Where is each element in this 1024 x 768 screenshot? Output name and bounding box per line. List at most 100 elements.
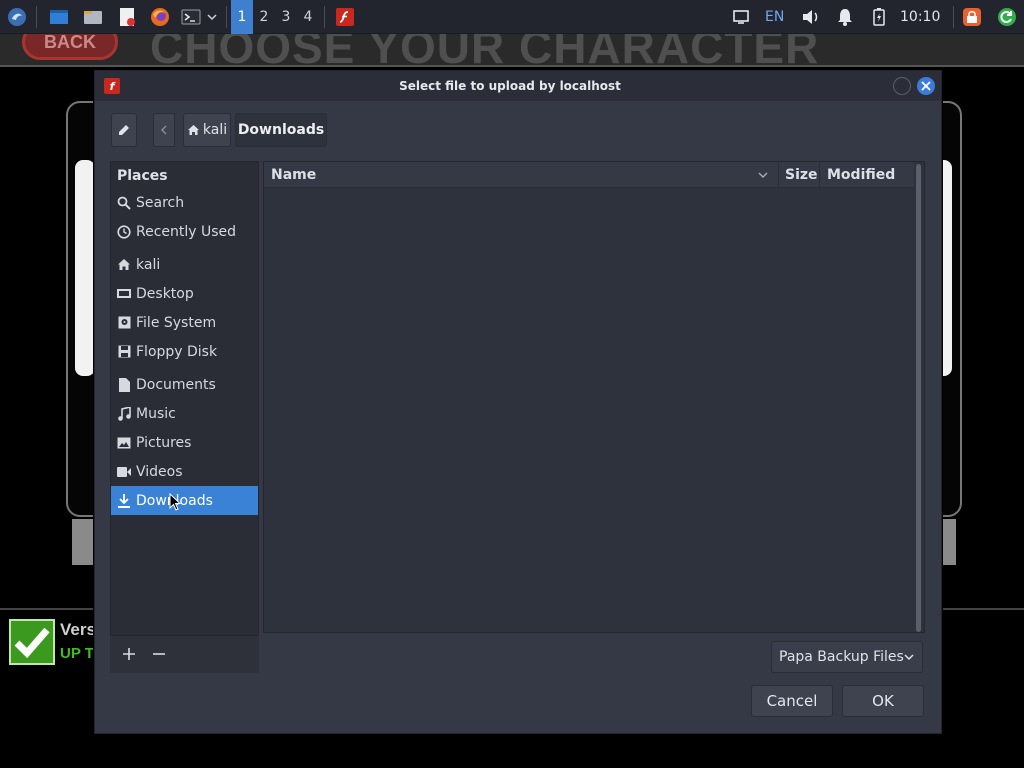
game-banner: BACK CHOOSE YOUR CHARACTER <box>0 34 1024 67</box>
pencil-icon <box>119 125 129 135</box>
file-list[interactable]: Name Size Modified <box>263 161 925 633</box>
drive-icon <box>117 316 131 330</box>
chevron-down-icon[interactable] <box>204 7 220 27</box>
checkmark-icon <box>9 619 55 665</box>
sidebar-item-label: kali <box>136 256 161 273</box>
dialog-title: Select file to upload by localhost <box>399 79 621 93</box>
sidebar-item-recently-used[interactable]: Recently Used <box>111 217 258 246</box>
text-editor-icon[interactable] <box>117 7 137 27</box>
video-icon <box>117 465 131 479</box>
floppy-icon <box>117 345 131 359</box>
sidebar-item-label: Pictures <box>136 434 192 451</box>
volume-icon[interactable] <box>801 7 821 27</box>
download-icon <box>117 493 131 508</box>
places-header: Places <box>117 168 168 184</box>
game-title: CHOOSE YOUR CHARACTER <box>150 34 820 67</box>
sidebar-item-label: Floppy Disk <box>136 343 218 360</box>
document-icon <box>117 377 131 392</box>
breadcrumb-downloads[interactable]: Downloads <box>235 113 327 147</box>
keyboard-layout[interactable]: EN <box>765 0 784 34</box>
column-divider <box>778 162 779 188</box>
add-bookmark-button[interactable] <box>118 642 140 666</box>
game-status-label: UP T <box>60 645 94 662</box>
close-icon <box>921 81 931 91</box>
battery-icon[interactable] <box>869 7 889 27</box>
sidebar-item-label: Videos <box>136 463 183 480</box>
firefox-icon[interactable] <box>150 7 170 27</box>
minimize-button[interactable] <box>893 77 911 95</box>
sidebar-item-videos[interactable]: Videos <box>111 457 258 486</box>
breadcrumb-label: kali <box>202 122 228 138</box>
taskbar-separator <box>226 6 227 28</box>
search-icon <box>117 196 131 210</box>
clock-icon <box>117 224 131 239</box>
plus-icon <box>123 648 135 660</box>
chevron-left-icon <box>161 125 167 135</box>
kali-menu-icon[interactable] <box>7 7 27 27</box>
taskbar-separator <box>324 6 325 28</box>
column-name[interactable]: Name <box>271 162 316 188</box>
dialog-titlebar[interactable]: f Select file to upload by localhost <box>95 71 941 101</box>
sidebar-item-label: Recently Used <box>136 223 237 240</box>
display-icon[interactable] <box>731 7 751 27</box>
game-back-button[interactable]: BACK <box>22 34 118 60</box>
sidebar-item-file-system[interactable]: File System <box>111 308 258 337</box>
cancel-button[interactable]: Cancel <box>751 685 833 717</box>
sidebar-item-label: Music <box>136 405 176 422</box>
sidebar-item-label: File System <box>136 314 217 331</box>
update-icon[interactable] <box>997 7 1017 27</box>
edit-location-button[interactable] <box>111 113 137 147</box>
music-icon <box>117 406 131 421</box>
sidebar-item-kali[interactable]: kali <box>111 250 258 279</box>
mouse-cursor-icon <box>169 492 182 515</box>
file-filter-dropdown[interactable]: Papa Backup Files <box>771 641 923 673</box>
workspace-2[interactable]: 2 <box>253 0 275 34</box>
sidebar-item-search[interactable]: Search <box>111 188 258 217</box>
notification-bell-icon[interactable] <box>835 7 855 27</box>
sidebar-item-desktop[interactable]: Desktop <box>111 279 258 308</box>
path-back-button[interactable] <box>153 113 175 147</box>
sort-chevron-icon[interactable] <box>758 162 768 188</box>
taskbar-separator <box>953 6 954 28</box>
home-icon <box>187 125 199 135</box>
file-manager-icon[interactable] <box>83 7 103 27</box>
column-size[interactable]: Size <box>785 162 818 188</box>
desktop-icon <box>117 287 131 301</box>
column-divider <box>819 162 820 188</box>
flash-player-icon[interactable] <box>335 7 355 27</box>
close-button[interactable] <box>917 77 935 95</box>
workspace-1[interactable]: 1 <box>231 0 253 34</box>
taskbar: 1 2 3 4 EN 10:10 <box>0 0 1024 34</box>
sidebar-item-floppy-disk[interactable]: Floppy Disk <box>111 337 258 366</box>
ok-button[interactable]: OK <box>842 685 924 717</box>
game-panel-strip <box>72 519 94 565</box>
column-modified[interactable]: Modified <box>827 162 895 188</box>
game-version-label: Vers <box>60 620 96 639</box>
sidebar-item-pictures[interactable]: Pictures <box>111 428 258 457</box>
minus-icon <box>153 653 165 655</box>
sidebar-footer <box>110 635 259 673</box>
game-card-edge <box>75 160 95 376</box>
clock[interactable]: 10:10 <box>900 0 940 34</box>
breadcrumb-kali[interactable]: kali <box>183 113 231 147</box>
places-sidebar: Places Search Recently Used kali Desktop… <box>110 161 259 673</box>
file-filter-value: Papa Backup Files <box>779 649 904 665</box>
file-list-header: Name Size Modified <box>264 162 914 188</box>
lock-icon[interactable] <box>962 7 982 27</box>
chevron-down-icon <box>904 650 914 668</box>
workspace-4[interactable]: 4 <box>297 0 319 34</box>
file-chooser-dialog: f Select file to upload by localhost kal… <box>94 70 942 734</box>
sidebar-item-documents[interactable]: Documents <box>111 370 258 399</box>
sidebar-item-label: Search <box>136 194 185 211</box>
remove-bookmark-button[interactable] <box>148 642 170 666</box>
sidebar-item-label: Documents <box>136 376 216 393</box>
sidebar-item-downloads[interactable]: Downloads <box>111 486 258 515</box>
scrollbar[interactable] <box>916 164 921 632</box>
sidebar-item-label: Desktop <box>136 285 194 302</box>
taskbar-separator <box>36 6 37 28</box>
terminal-icon[interactable] <box>181 7 201 27</box>
desktop-icon[interactable] <box>49 7 69 27</box>
picture-icon <box>117 436 131 450</box>
sidebar-item-music[interactable]: Music <box>111 399 258 428</box>
workspace-3[interactable]: 3 <box>275 0 297 34</box>
